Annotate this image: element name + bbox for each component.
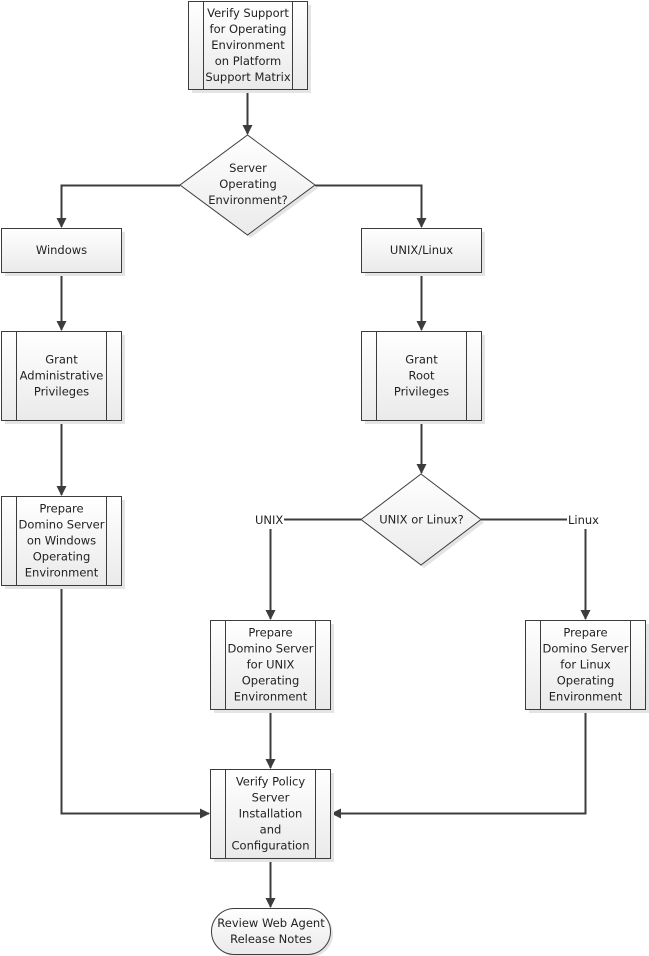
node-server-os: Server Operating Environment? bbox=[179, 134, 318, 238]
connector-line bbox=[56, 184, 180, 228]
node-label: Verify Support for Operating Environment on… bbox=[205, 6, 291, 84]
node-label-line: Server bbox=[252, 791, 290, 805]
node-label-line: Privileges bbox=[34, 385, 89, 399]
node-label: Verify Policy Server Installation and Config… bbox=[232, 775, 310, 853]
node-label-line: on Platform bbox=[215, 54, 281, 68]
edge-unix-or-linux-to-prepare-linux bbox=[481, 518, 591, 620]
connector-line bbox=[60, 586, 210, 819]
node-label: Windows bbox=[36, 243, 87, 257]
connector-line bbox=[315, 184, 427, 228]
node-label-line: Environment bbox=[25, 566, 99, 580]
node-label-line: Support Matrix bbox=[205, 70, 291, 84]
node-prepare-unix: Prepare Domino Server for UNIX Operating Env… bbox=[210, 620, 334, 713]
node-label-line: Domino Server bbox=[228, 642, 314, 656]
node-label-line: Windows bbox=[36, 243, 87, 257]
node-label-line: Privileges bbox=[394, 385, 449, 399]
node-verify-policy: Verify Policy Server Installation and Config… bbox=[210, 769, 334, 862]
node-label-line: Verify Policy bbox=[236, 775, 306, 789]
node-label-line: Prepare bbox=[248, 626, 292, 640]
node-label-line: Environment? bbox=[208, 193, 288, 207]
node-label-line: Environment bbox=[549, 690, 623, 704]
node-grant-root: Grant Root Privileges bbox=[361, 331, 485, 424]
node-label-line: Prepare bbox=[563, 626, 607, 640]
node-label-line: Prepare bbox=[39, 502, 83, 516]
edge-unix-or-linux-to-prepare-unix bbox=[265, 518, 361, 620]
node-label-line: for Linux bbox=[560, 658, 611, 672]
node-label-line: for Operating bbox=[210, 22, 287, 36]
flowchart-diagram: Verify Support for Operating Environment on… bbox=[1, 1, 649, 956]
node-label-line: on Windows bbox=[27, 534, 96, 548]
node-label-line: Environment bbox=[234, 690, 308, 704]
node-label-line: Domino Server bbox=[543, 642, 629, 656]
node-label: UNIX or Linux? bbox=[379, 513, 463, 527]
edge-label-unix: UNIX bbox=[255, 513, 283, 527]
node-label-line: Grant bbox=[405, 353, 438, 367]
node-label-line: Verify Support bbox=[207, 6, 289, 20]
node-label-line: Server bbox=[229, 161, 267, 175]
node-label-line: Environment bbox=[211, 38, 285, 52]
node-verify-support: Verify Support for Operating Environment on… bbox=[188, 1, 311, 93]
node-label-line: Operating bbox=[557, 674, 615, 688]
edge-label-linux: Linux bbox=[568, 513, 599, 527]
node-label-line: Domino Server bbox=[19, 518, 105, 532]
node-prepare-linux: Prepare Domino Server for Linux Operating En… bbox=[525, 620, 649, 713]
node-label-line: Operating bbox=[219, 177, 277, 191]
node-grant-admin: Grant Administrative Privileges bbox=[1, 331, 125, 424]
node-unix-or-linux: UNIX or Linux? bbox=[360, 473, 484, 568]
node-prepare-windows: Prepare Domino Server on Windows Operating E… bbox=[1, 496, 125, 589]
node-label-line: Operating bbox=[242, 674, 300, 688]
node-label-line: Grant bbox=[45, 353, 78, 367]
node-label-line: for UNIX bbox=[247, 658, 295, 672]
node-label-line: Administrative bbox=[20, 369, 104, 383]
edge-prepare-linux-to-verify-policy bbox=[331, 710, 587, 819]
edge-prepare-windows-to-verify-policy bbox=[60, 586, 210, 819]
node-label-line: UNIX/Linux bbox=[390, 243, 453, 257]
node-label: UNIX/Linux bbox=[390, 243, 453, 257]
node-unix-linux: UNIX/Linux bbox=[361, 228, 485, 276]
node-label-line: Installation bbox=[239, 807, 303, 821]
node-label-line: Review Web Agent bbox=[217, 916, 325, 930]
edge-server-os-to-unix-linux bbox=[315, 184, 427, 228]
node-label-line: Operating bbox=[33, 550, 91, 564]
node-label-line: UNIX or Linux? bbox=[379, 513, 463, 527]
node-label-line: and bbox=[260, 823, 282, 837]
edge-server-os-to-windows bbox=[56, 184, 180, 228]
node-label-line: Release Notes bbox=[230, 932, 312, 946]
node-label-line: Root bbox=[408, 369, 435, 383]
node-label-line: Configuration bbox=[232, 839, 310, 853]
node-windows: Windows bbox=[1, 228, 125, 276]
connector-line bbox=[331, 710, 587, 819]
node-review-notes: Review Web Agent Release Notes bbox=[211, 908, 333, 956]
